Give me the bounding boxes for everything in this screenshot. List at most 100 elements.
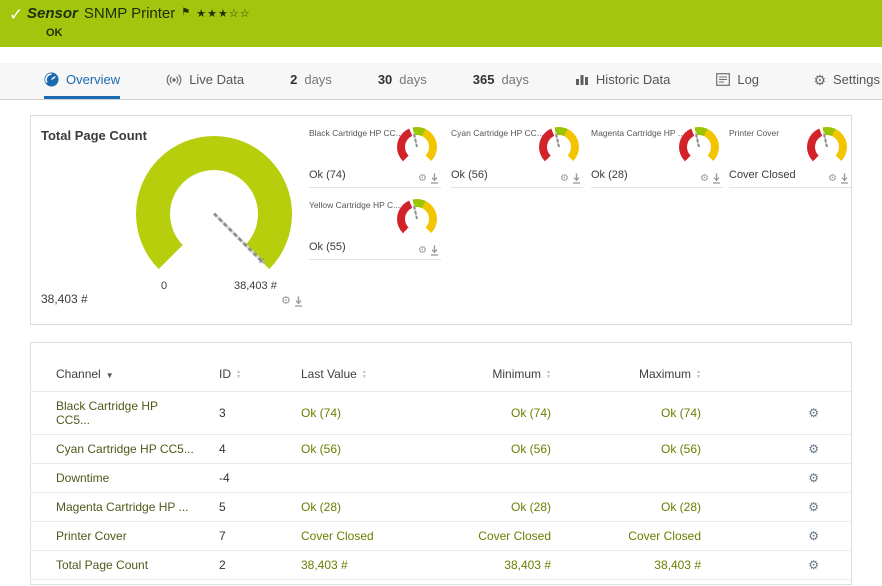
channel-settings-icon[interactable]: ⚙ [808, 406, 819, 420]
channel-last-value: Ok (28) [256, 493, 446, 522]
channel-maximum: Cover Closed [551, 522, 701, 551]
gauge-settings-icon[interactable]: ⚙ [418, 246, 427, 256]
channel-last-value: Ok (55) [256, 580, 446, 586]
channel-maximum [551, 464, 701, 493]
tab-label: Settings [833, 72, 880, 87]
channel-last-value [256, 464, 446, 493]
table-row: Magenta Cartridge HP ... 5 Ok (28) Ok (2… [31, 493, 851, 522]
live-data-icon [166, 73, 182, 87]
column-header-maximum[interactable]: Maximum▲▼ [551, 359, 701, 392]
small-gauge-dial [397, 199, 437, 239]
channel-minimum: 38,403 # [446, 551, 551, 580]
channel-minimum: Ok (55) [446, 580, 551, 586]
main-gauge-min-label: 0 [161, 280, 167, 292]
tab-30-days[interactable]: 30 days [378, 63, 427, 99]
channels-panel: Channel▼ ID▲▼ Last Value▲▼ Minimum▲▼ Max… [30, 342, 852, 585]
log-icon [716, 73, 730, 86]
channel-last-value: 38,403 # [256, 551, 446, 580]
channel-maximum: Ok (74) [551, 392, 701, 435]
small-gauge-value: Ok (28) [591, 169, 628, 181]
channel-id: 2 [194, 551, 256, 580]
sensor-kind-label: Sensor [27, 5, 78, 22]
gauge-settings-icon[interactable]: ⚙ [281, 296, 291, 307]
table-row: Printer Cover 7 Cover Closed Cover Close… [31, 522, 851, 551]
tab-unit: days [304, 72, 331, 87]
gauge-settings-icon[interactable]: ⚙ [828, 174, 837, 184]
gauge-settings-icon[interactable]: ⚙ [560, 174, 569, 184]
tab-number: 30 [378, 72, 392, 87]
channel-last-value: Ok (56) [256, 435, 446, 464]
channel-maximum: Ok (55) [551, 580, 701, 586]
small-gauge-yellow-cartridge: Yellow Cartridge HP C... Ok (55) ⚙ [309, 198, 441, 260]
channel-maximum: Ok (28) [551, 493, 701, 522]
sort-desc-icon: ▼ [106, 371, 114, 380]
tab-label: Overview [66, 72, 120, 87]
ok-check-icon: ✓ [9, 5, 23, 25]
sensor-status-badge: OK [46, 27, 63, 39]
table-row: Cyan Cartridge HP CC5... 4 Ok (56) Ok (5… [31, 435, 851, 464]
channel-name[interactable]: Printer Cover [31, 522, 194, 551]
total-page-count-gauge: ✕ [136, 136, 292, 292]
channel-name[interactable]: Magenta Cartridge HP ... [31, 493, 194, 522]
sort-icon: ▲▼ [546, 370, 551, 379]
channel-settings-icon[interactable]: ⚙ [808, 500, 819, 514]
gauge-needle-tick: ✕ [258, 256, 266, 267]
sort-icon: ▲▼ [362, 370, 367, 379]
sort-icon: ▲▼ [696, 370, 701, 379]
channel-id: 4 [194, 435, 256, 464]
table-row: Black Cartridge HP CC5... 3 Ok (74) Ok (… [31, 392, 851, 435]
tab-number: 2 [290, 72, 297, 87]
pin-chart-icon[interactable] [840, 173, 849, 184]
gauge-settings-icon[interactable]: ⚙ [418, 174, 427, 184]
channel-id: 3 [194, 392, 256, 435]
channel-name[interactable]: Total Page Count [31, 551, 194, 580]
pin-chart-icon[interactable] [430, 173, 439, 184]
tab-settings[interactable]: ⚙ Settings [813, 63, 880, 99]
gauge-settings-icon[interactable]: ⚙ [700, 174, 709, 184]
tab-2-days[interactable]: 2 days [290, 63, 332, 99]
pin-chart-icon[interactable] [712, 173, 721, 184]
tab-live-data[interactable]: Live Data [166, 63, 244, 99]
channel-settings-icon[interactable]: ⚙ [808, 442, 819, 456]
sort-icon: ▲▼ [236, 370, 241, 379]
channel-settings-icon[interactable]: ⚙ [808, 558, 819, 572]
channel-id: -4 [194, 464, 256, 493]
pin-chart-icon[interactable] [572, 173, 581, 184]
column-header-minimum[interactable]: Minimum▲▼ [446, 359, 551, 392]
channel-maximum: Ok (56) [551, 435, 701, 464]
small-gauge-value: Cover Closed [729, 169, 796, 181]
small-gauge-magenta-cartridge: Magenta Cartridge HP ... Ok (28) ⚙ [591, 126, 723, 188]
channel-last-value: Ok (74) [256, 392, 446, 435]
channel-minimum [446, 464, 551, 493]
channel-settings-icon[interactable]: ⚙ [808, 529, 819, 543]
tab-overview[interactable]: Overview [44, 63, 120, 99]
small-gauge-value: Ok (55) [309, 241, 346, 253]
table-row: Yellow Cartridge HP CC... 6 Ok (55) Ok (… [31, 580, 851, 586]
channel-name[interactable]: Downtime [31, 464, 194, 493]
channel-minimum: Ok (74) [446, 392, 551, 435]
channel-settings-icon[interactable]: ⚙ [808, 471, 819, 485]
channel-name[interactable]: Yellow Cartridge HP CC... [31, 580, 194, 586]
pin-chart-icon[interactable] [430, 245, 439, 256]
settings-gear-icon: ⚙ [813, 73, 826, 87]
tab-log[interactable]: Log [716, 63, 759, 99]
main-gauge-title: Total Page Count [41, 128, 147, 143]
main-gauge-actions: ⚙ [281, 296, 303, 307]
flag-icon[interactable]: ⚑ [181, 7, 190, 18]
priority-stars[interactable]: ★★★☆☆ [196, 7, 250, 20]
small-gauge-dial [679, 127, 719, 167]
small-gauge-black-cartridge: Black Cartridge HP CC... Ok (74) ⚙ [309, 126, 441, 188]
small-gauge-dial [539, 127, 579, 167]
channel-name[interactable]: Cyan Cartridge HP CC5... [31, 435, 194, 464]
small-gauge-dial [397, 127, 437, 167]
channel-id: 5 [194, 493, 256, 522]
column-header-channel[interactable]: Channel▼ [31, 359, 194, 392]
column-header-id[interactable]: ID▲▼ [194, 359, 256, 392]
column-header-last-value[interactable]: Last Value▲▼ [256, 359, 446, 392]
main-gauge-max-label: 38,403 # [234, 280, 277, 292]
tab-number: 365 [473, 72, 495, 87]
tab-365-days[interactable]: 365 days [473, 63, 529, 99]
channel-name[interactable]: Black Cartridge HP CC5... [31, 392, 194, 435]
tab-historic-data[interactable]: Historic Data [575, 63, 670, 99]
pin-chart-icon[interactable] [294, 296, 303, 307]
